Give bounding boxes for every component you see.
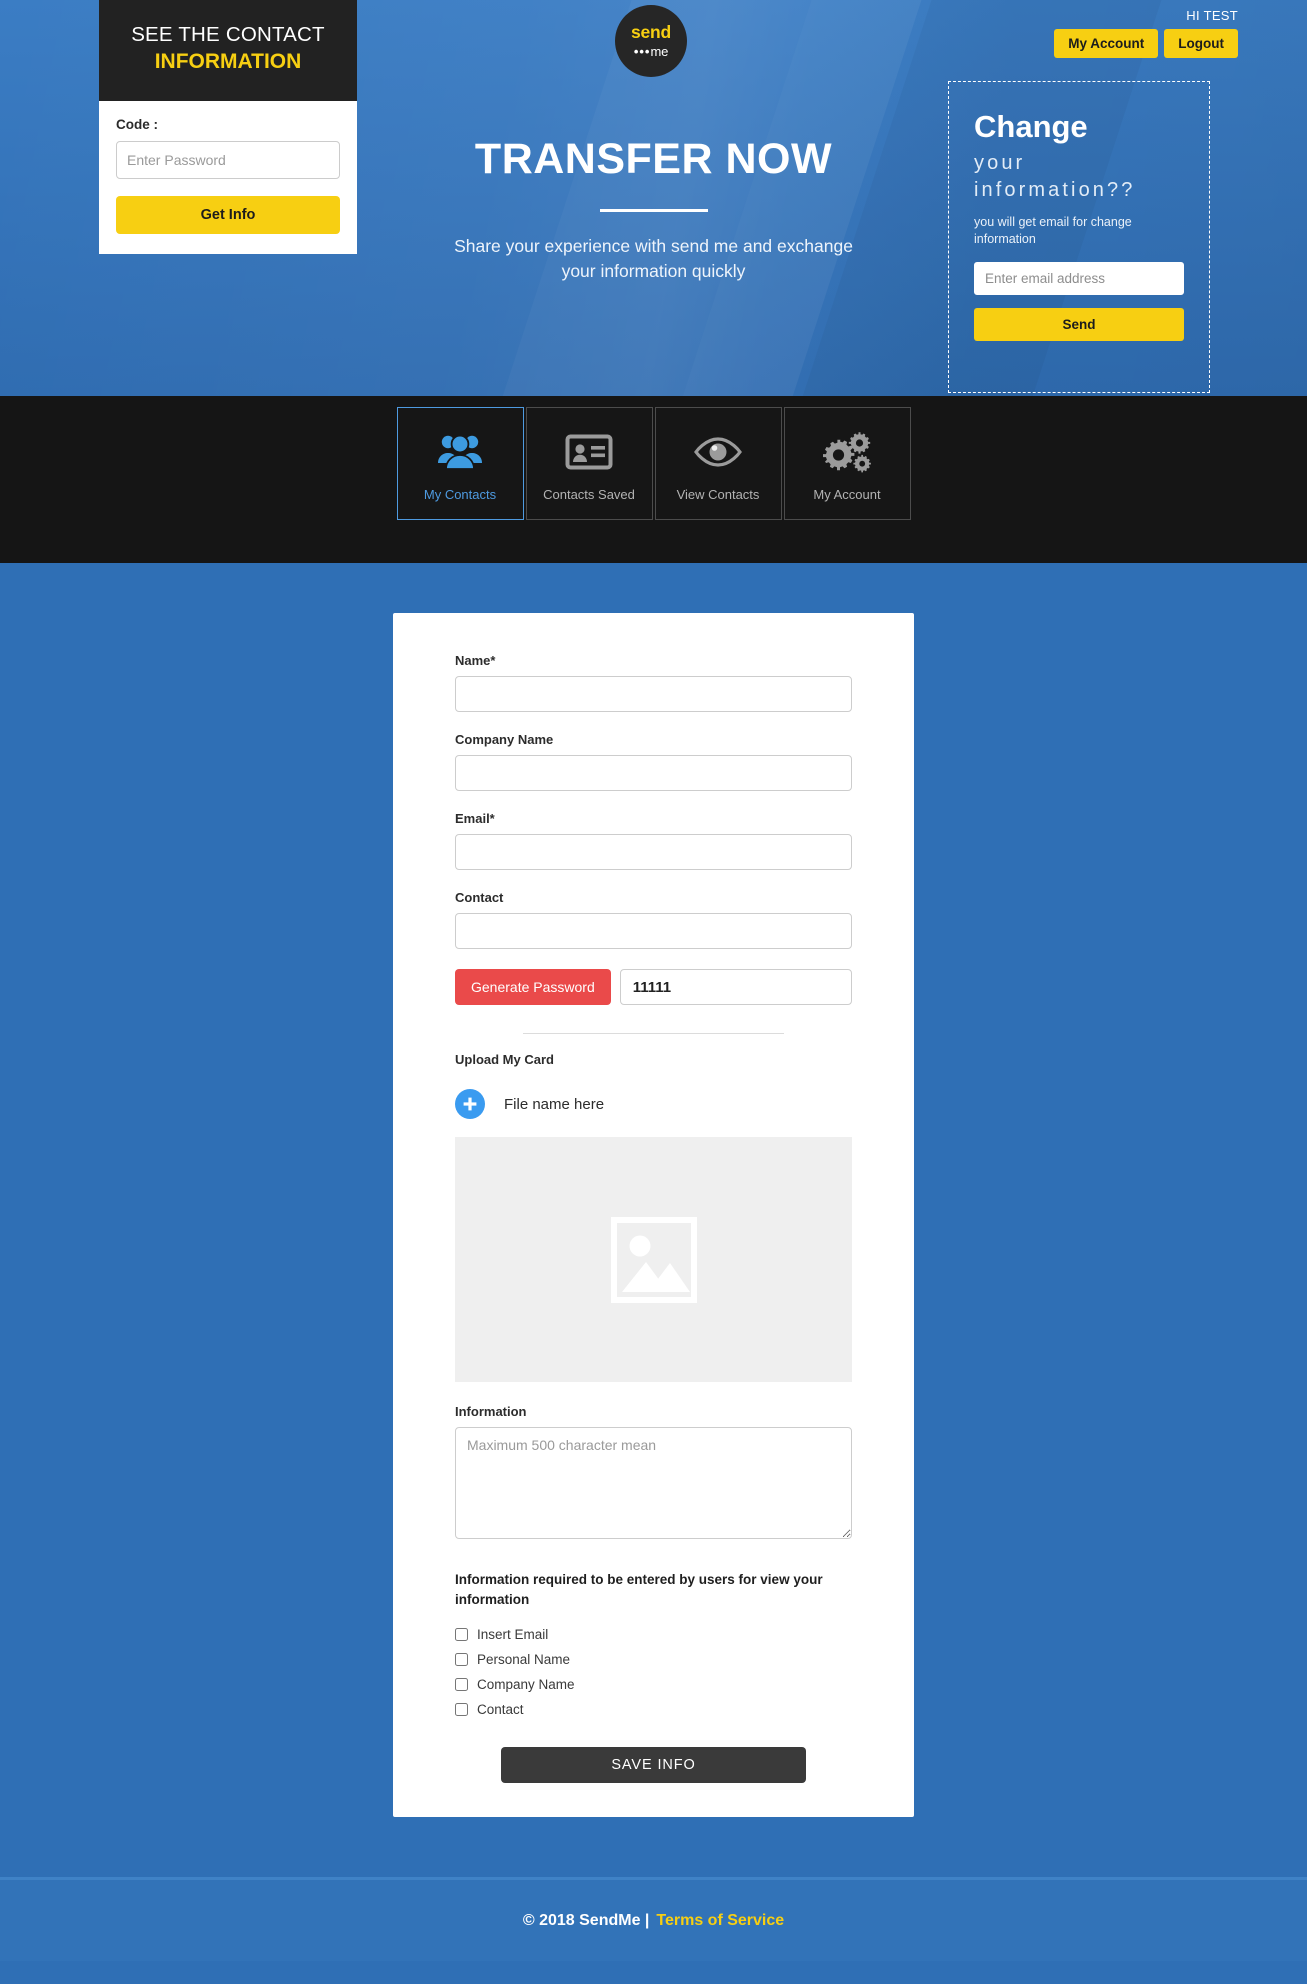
- my-account-button[interactable]: My Account: [1054, 29, 1159, 58]
- checkbox-label[interactable]: Personal Name: [477, 1652, 570, 1667]
- required-info-title: Information required to be entered by us…: [455, 1572, 823, 1607]
- contact-input[interactable]: [455, 913, 852, 949]
- title-divider: [599, 209, 708, 212]
- account-header: HI TEST My Account Logout: [1054, 8, 1238, 58]
- checkbox-contact[interactable]: [455, 1703, 468, 1717]
- checkbox-row[interactable]: Company Name: [455, 1677, 852, 1692]
- id-card-icon: [565, 426, 613, 478]
- checkbox-company-name[interactable]: [455, 1678, 468, 1692]
- code-card-body: Code : Get Info: [99, 100, 357, 254]
- eye-icon: [692, 426, 744, 478]
- contact-field-group: Contact: [455, 890, 852, 949]
- people-group-icon: [435, 426, 485, 478]
- required-checkbox-list: Insert Email Personal Name Company Name …: [455, 1627, 852, 1717]
- checkbox-label[interactable]: Insert Email: [477, 1627, 548, 1642]
- company-field-group: Company Name: [455, 732, 852, 791]
- footer-copyright: © 2018 SendMe |: [522, 1911, 650, 1929]
- card-image-preview: [455, 1137, 852, 1382]
- upload-filename-text: File name here: [504, 1095, 605, 1113]
- code-label: Code :: [116, 116, 158, 132]
- company-label: Company Name: [455, 732, 554, 747]
- logo-me-text: •••me: [633, 43, 669, 59]
- see-contact-information-card: SEE THE CONTACT INFORMATION Code : Get I…: [99, 0, 357, 254]
- information-label: Information: [455, 1404, 527, 1419]
- nav-item-contacts-saved[interactable]: Contacts Saved: [525, 407, 653, 520]
- logo-dots: •••: [633, 43, 651, 59]
- nav-label-my-contacts: My Contacts: [423, 486, 497, 502]
- checkbox-label[interactable]: Company Name: [477, 1677, 575, 1692]
- information-field-group: Information: [455, 1404, 852, 1544]
- name-label: Name*: [455, 653, 496, 668]
- send-button[interactable]: Send: [974, 307, 1184, 341]
- main-content-area: Name* Company Name Email* Contact Genera…: [0, 563, 1307, 1878]
- nav-item-my-contacts[interactable]: My Contacts: [396, 407, 524, 520]
- change-information-panel: Change your information?? you will get e…: [948, 81, 1210, 393]
- change-panel-heading: Change: [974, 109, 1088, 144]
- nav-label-contacts-saved: Contacts Saved: [543, 486, 635, 502]
- email-field-group: Email*: [455, 811, 852, 870]
- hero-subtitle: Share your experience with send me and e…: [454, 236, 853, 282]
- gears-icon: [822, 426, 872, 478]
- contact-label: Contact: [455, 890, 504, 905]
- change-panel-subheading: your information??: [974, 152, 1136, 202]
- upload-row: File name here: [455, 1089, 852, 1119]
- email-label: Email*: [455, 811, 495, 826]
- name-input[interactable]: [455, 676, 852, 712]
- checkbox-label[interactable]: Contact: [477, 1702, 524, 1717]
- nav-item-view-contacts[interactable]: View Contacts: [654, 407, 782, 520]
- password-row: Generate Password 11111: [455, 969, 852, 1005]
- checkbox-insert-email[interactable]: [455, 1628, 468, 1642]
- password-value-field[interactable]: 11111: [619, 969, 852, 1005]
- nav-item-my-account[interactable]: My Account: [783, 407, 911, 520]
- contact-form-card: Name* Company Name Email* Contact Genera…: [393, 613, 914, 1818]
- page-footer: © 2018 SendMe | Terms of Service: [0, 1877, 1307, 1962]
- footer-terms-link[interactable]: Terms of Service: [656, 1912, 784, 1930]
- nav-label-view-contacts: View Contacts: [676, 486, 760, 502]
- company-input[interactable]: [455, 755, 852, 791]
- code-password-input[interactable]: [116, 140, 340, 179]
- save-info-button[interactable]: SAVE INFO: [501, 1747, 806, 1784]
- logo-send-text: send: [630, 22, 672, 43]
- sendme-logo[interactable]: send •••me: [615, 5, 687, 77]
- code-card-title-line1: SEE THE CONTACT: [131, 23, 325, 46]
- checkbox-row[interactable]: Contact: [455, 1702, 852, 1717]
- checkbox-row[interactable]: Insert Email: [455, 1627, 852, 1642]
- email-input[interactable]: [455, 834, 852, 870]
- checkbox-row[interactable]: Personal Name: [455, 1652, 852, 1667]
- greeting-text: HI TEST: [1186, 8, 1238, 23]
- section-divider: [523, 1033, 784, 1034]
- get-info-button[interactable]: Get Info: [116, 195, 340, 234]
- logo-me-word: me: [650, 43, 669, 59]
- main-navigation-bar: My Contacts Contacts Saved View Contacts…: [0, 396, 1307, 563]
- information-textarea[interactable]: [455, 1427, 852, 1539]
- nav-label-my-account: My Account: [813, 486, 881, 502]
- account-buttons: My Account Logout: [1054, 29, 1238, 58]
- plus-icon[interactable]: [455, 1089, 485, 1119]
- upload-section-title: Upload My Card: [455, 1052, 554, 1067]
- code-card-title-line2: INFORMATION: [154, 49, 302, 73]
- change-panel-note: you will get email for change informatio…: [974, 215, 1132, 246]
- name-field-group: Name*: [455, 653, 852, 712]
- image-placeholder-icon: [610, 1216, 697, 1303]
- logout-button[interactable]: Logout: [1164, 29, 1238, 58]
- generate-password-button[interactable]: Generate Password: [455, 969, 611, 1005]
- checkbox-personal-name[interactable]: [455, 1653, 468, 1667]
- change-email-input[interactable]: [974, 261, 1184, 295]
- hero-section: SEE THE CONTACT INFORMATION Code : Get I…: [0, 0, 1307, 396]
- nav-items-container: My Contacts Contacts Saved View Contacts…: [396, 407, 911, 520]
- code-card-header: SEE THE CONTACT INFORMATION: [99, 0, 357, 101]
